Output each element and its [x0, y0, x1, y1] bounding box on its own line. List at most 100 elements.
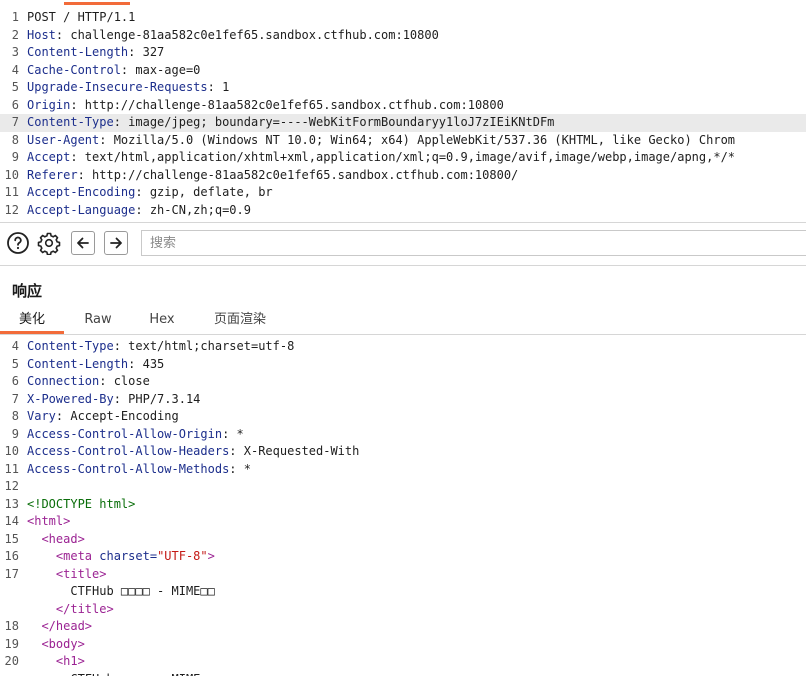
- code-line: 13 <!DOCTYPE html>: [0, 496, 806, 514]
- header-value: : Mozilla/5.0 (Windows NT 10.0; Win64; x…: [99, 132, 736, 147]
- previous-match-button[interactable]: [71, 231, 95, 255]
- header-name: X-Powered-By: [27, 391, 114, 406]
- header-name: Upgrade-Insecure-Requests: [27, 80, 208, 94]
- tab-render[interactable]: 页面渲染: [200, 308, 280, 334]
- response-title: 响应: [12, 282, 43, 300]
- line-number: 15: [4, 531, 19, 546]
- code-token: CTFHub □□□□ - MIME□□: [27, 672, 215, 676]
- next-match-button[interactable]: [104, 231, 128, 255]
- header-name: Content-Length: [27, 45, 129, 59]
- line-number: 9: [11, 426, 19, 441]
- code-line: 2 Host: challenge-81aa582c0e1fef65.sandbo…: [0, 27, 806, 45]
- code-line: 7 Content-Type: image/jpeg; boundary=----…: [0, 114, 806, 132]
- line-number: 1: [11, 10, 19, 24]
- header-value: : text/html,application/xhtml+xml,applic…: [70, 150, 736, 164]
- header-name: Host: [27, 27, 56, 42]
- code-line: 4 Cache-Control: max-age=0: [0, 62, 806, 80]
- response-view-tabs: 美化 Raw Hex 页面渲染: [0, 308, 806, 335]
- line-number: 4: [11, 339, 19, 353]
- line-number: 6: [11, 97, 19, 112]
- header-value: : *: [222, 426, 244, 441]
- request-editor[interactable]: 1 POST / HTTP/1.1 2 Host: challenge-81aa582…: [0, 9, 806, 219]
- line-number: 4: [11, 62, 19, 77]
- code-line: 19 <body>: [0, 636, 806, 654]
- code-token: </title>: [55, 601, 114, 616]
- tab-raw[interactable]: Raw: [70, 308, 126, 334]
- code-line: 12 Accept-Language: zh-CN,zh;q=0.9: [0, 202, 806, 220]
- line-number: 18: [4, 619, 19, 633]
- header-value: : gzip, deflate, br: [135, 185, 273, 199]
- line-number: 3: [11, 45, 19, 59]
- header-name: Accept-Language: [27, 202, 136, 217]
- code-line: 9 Accept: text/html,application/xhtml+xml…: [0, 149, 806, 167]
- header-value: : max-age=0: [120, 62, 201, 77]
- code-token: <h1>: [55, 654, 85, 668]
- header-name: User-Agent: [27, 132, 100, 147]
- code-line: CTFHub □□□□ - MIME□□: [0, 583, 806, 601]
- code-line: 17 <title>: [0, 566, 806, 584]
- code-line: CTFHub □□□□ - MIME□□: [0, 671, 806, 676]
- line-number: 9: [11, 150, 19, 164]
- line-number: 13: [4, 496, 19, 511]
- search-box: [141, 230, 806, 256]
- question-circle-icon: [7, 232, 29, 254]
- header-name: Access-Control-Allow-Origin: [27, 426, 223, 441]
- code-line: 8 User-Agent: Mozilla/5.0 (Windows NT 10.…: [0, 132, 806, 150]
- header-value: : 1: [207, 80, 230, 94]
- tab-hex[interactable]: Hex: [134, 308, 190, 334]
- code-line: 18 </head>: [0, 618, 806, 636]
- header-name: Content-Length: [27, 356, 129, 371]
- line-number: 7: [11, 115, 19, 129]
- header-value: : http://challenge-81aa582c0e1fef65.sand…: [70, 97, 504, 112]
- header-value: : text/html;charset=utf-8: [113, 339, 295, 353]
- search-input[interactable]: [142, 231, 806, 255]
- header-value: : 435: [128, 356, 165, 371]
- header-name: Content-Type: [27, 339, 114, 353]
- line-number: 10: [4, 444, 19, 458]
- header-value: : image/jpeg; boundary=----WebKitFormBou…: [113, 115, 555, 129]
- code-token: CTFHub □□□□ - MIME□□: [27, 584, 215, 598]
- header-value: : X-Requested-With: [229, 444, 360, 458]
- header-value: : Accept-Encoding: [55, 409, 179, 423]
- header-name: Content-Type: [27, 115, 114, 129]
- code-line: 5 Content-Length: 435: [0, 356, 806, 374]
- header-value: : zh-CN,zh;q=0.9: [135, 202, 251, 217]
- code-token: </head>: [41, 619, 93, 633]
- code-line: 6 Origin: http://challenge-81aa582c0e1fef…: [0, 97, 806, 115]
- line-number: 8: [11, 132, 19, 147]
- arrow-right-icon: [110, 237, 122, 249]
- help-button[interactable]: [6, 231, 30, 255]
- line-number: 11: [4, 461, 19, 476]
- header-name: Access-Control-Allow-Headers: [27, 444, 230, 458]
- code-line: 15 <head>: [0, 531, 806, 549]
- header-name: Connection: [27, 374, 100, 388]
- line-number: 12: [4, 479, 19, 493]
- line-number: 16: [4, 549, 19, 563]
- code-line: 10 Access-Control-Allow-Headers: X-Reques…: [0, 443, 806, 461]
- line-number: 19: [4, 636, 19, 651]
- line-number: 17: [4, 566, 19, 581]
- header-value: : http://challenge-81aa582c0e1fef65.sand…: [77, 167, 519, 182]
- code-line: 14 <html>: [0, 513, 806, 531]
- settings-button[interactable]: [37, 231, 61, 255]
- code-line: 3 Content-Length: 327: [0, 44, 806, 62]
- header-name: Accept-Encoding: [27, 185, 136, 199]
- line-number: 8: [11, 409, 19, 423]
- code-token: <!DOCTYPE html>: [27, 496, 136, 511]
- code-token: <meta: [55, 549, 100, 563]
- tab-pretty[interactable]: 美化: [0, 308, 64, 334]
- response-editor[interactable]: 4 Content-Type: text/html;charset=utf-8 5 C…: [0, 338, 806, 676]
- line-number: 14: [4, 514, 19, 528]
- code-token: POST / HTTP/1.1: [27, 10, 136, 24]
- code-line: 11 Accept-Encoding: gzip, deflate, br: [0, 184, 806, 202]
- search-toolbar: [0, 222, 806, 266]
- code-line: 4 Content-Type: text/html;charset=utf-8: [0, 338, 806, 356]
- code-line: 16 <meta charset="UTF-8">: [0, 548, 806, 566]
- header-value: : PHP/7.3.14: [113, 391, 201, 406]
